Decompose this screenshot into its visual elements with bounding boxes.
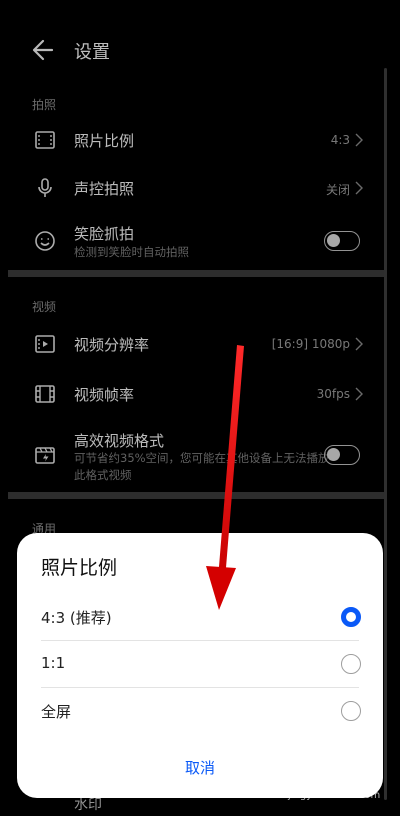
option-4-3[interactable]: 4:3 (推荐)	[17, 594, 383, 640]
radio-selected[interactable]	[341, 607, 361, 627]
option-fullscreen[interactable]: 全屏	[17, 688, 383, 734]
option-label: 4:3 (推荐)	[41, 609, 112, 627]
dialog-title: 照片比例	[41, 557, 118, 579]
cancel-button[interactable]: 取消	[137, 757, 263, 785]
radio-unselected[interactable]	[341, 701, 361, 721]
radio-unselected[interactable]	[341, 654, 361, 674]
site-watermark: Baidu经验 jingyan.baidu.com	[276, 756, 386, 808]
option-label: 1:1	[41, 654, 66, 672]
watermark-logo: Baidu经验	[282, 761, 378, 781]
watermark-url: jingyan.baidu.com	[288, 790, 381, 801]
option-label: 全屏	[41, 703, 72, 721]
option-1-1[interactable]: 1:1	[17, 641, 383, 687]
